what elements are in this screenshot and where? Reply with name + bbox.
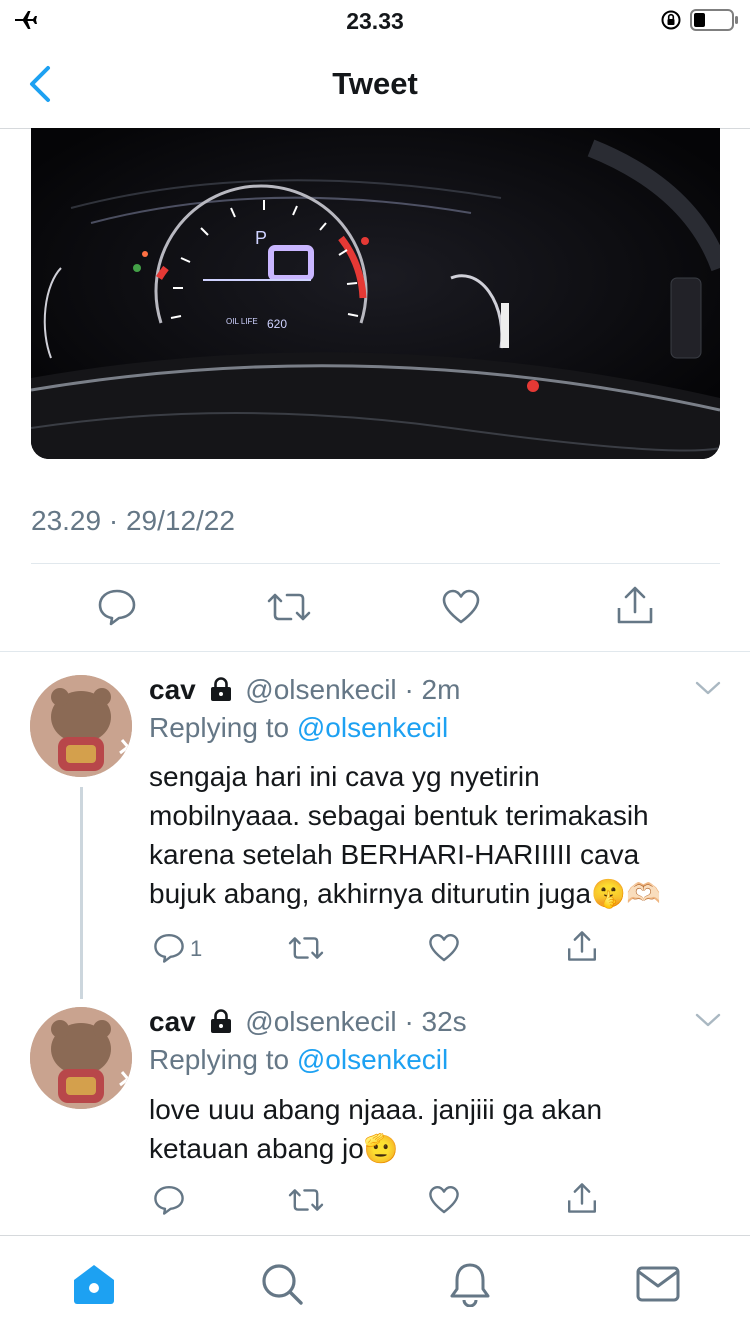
caret-down-icon[interactable] [694,678,722,698]
share-icon [568,1183,596,1213]
reply-icon [154,934,184,963]
tab-notifications[interactable] [440,1254,500,1314]
like-icon [442,589,480,624]
retweet-icon [288,1189,324,1211]
tab-search[interactable] [252,1254,312,1314]
search-icon [262,1264,303,1305]
display-name[interactable]: cav [149,1006,196,1037]
replying-to: Replying to @olsenkecil [149,712,448,744]
share-button[interactable] [562,926,602,966]
thread-connector [80,787,83,999]
share-button[interactable] [562,1178,602,1218]
avatar-image [30,1007,132,1109]
battery-icon [690,9,738,31]
replying-prefix: Replying to [149,1044,297,1075]
avatar[interactable] [30,675,132,777]
reply-icon [154,1186,184,1215]
divider [31,563,720,564]
status-bar: 23.33 [0,0,750,40]
oil-life-label: OIL LIFE [226,317,258,326]
dashboard-photo: P OIL LIFE 620 [31,128,720,459]
reply-time: · 32s [404,1006,467,1037]
lock-icon [210,1009,231,1033]
tab-home[interactable] [64,1254,124,1314]
reply-button[interactable] [149,1180,189,1220]
text-line: sengaja hari ini cava yg nyetirin [149,761,540,792]
reply-icon [98,589,136,626]
like-button[interactable] [424,1180,464,1220]
text-line: love uuu abang njaaa. janjiii ga akan [149,1094,603,1125]
like-button[interactable] [436,582,486,632]
replying-prefix: Replying to [149,712,297,743]
retweet-button[interactable] [264,582,314,632]
like-button[interactable] [424,928,464,968]
reply-button[interactable] [92,582,142,632]
gear-indicator: P [255,228,267,248]
replying-to: Replying to @olsenkecil [149,1044,448,1076]
user-handle[interactable]: @olsenkecil [245,674,396,705]
like-icon [429,1186,459,1214]
nav-bar: Tweet [0,40,750,129]
text-line: ketauan abang jo🫡 [149,1133,399,1164]
text-line: karena setelah BERHARI-HARIIIII cava [149,839,640,870]
share-button[interactable] [610,580,660,630]
retweet-icon [267,593,311,621]
messages-icon [636,1266,680,1302]
page-title: Tweet [332,66,418,101]
reply-count: 1 [190,936,203,961]
reply-button[interactable] [149,928,189,968]
retweet-button[interactable] [286,1180,326,1220]
status-time: 23.33 [346,8,404,34]
tweet-timestamp: 23.29 · 29/12/22 [31,505,235,536]
odometer-value: 620 [267,317,287,331]
reply-text: sengaja hari ini cava yg nyetirin mobiln… [149,757,739,913]
share-icon [617,586,653,624]
reply-text: love uuu abang njaaa. janjiii ga akan ke… [149,1090,739,1168]
share-icon [568,931,596,961]
reply-time: · 2m [404,674,461,705]
retweet-button[interactable] [286,928,326,968]
reply-header: cav @olsenkecil · 2m [149,674,460,706]
mention-link[interactable]: @olsenkecil [297,1044,448,1075]
user-handle[interactable]: @olsenkecil [245,1006,396,1037]
home-icon [74,1265,114,1304]
tweet-media[interactable]: P OIL LIFE 620 [31,128,720,459]
text-line: bujuk abang, akhirnya diturutin juga🤫🫶🏻 [149,878,661,909]
divider [0,651,750,652]
reply-header: cav @olsenkecil · 32s [149,1006,467,1038]
notifications-icon [450,1263,490,1307]
avatar[interactable] [30,1007,132,1109]
retweet-icon [288,937,324,959]
mention-link[interactable]: @olsenkecil [297,712,448,743]
tab-bar [0,1235,750,1335]
text-line: mobilnyaaa. sebagai bentuk terimakasih [149,800,649,831]
like-icon [429,934,459,962]
avatar-image [30,675,132,777]
display-name[interactable]: cav [149,674,196,705]
orientation-lock-icon [661,10,681,30]
lock-icon [210,677,231,701]
tab-messages[interactable] [628,1254,688,1314]
caret-down-icon[interactable] [694,1010,722,1030]
